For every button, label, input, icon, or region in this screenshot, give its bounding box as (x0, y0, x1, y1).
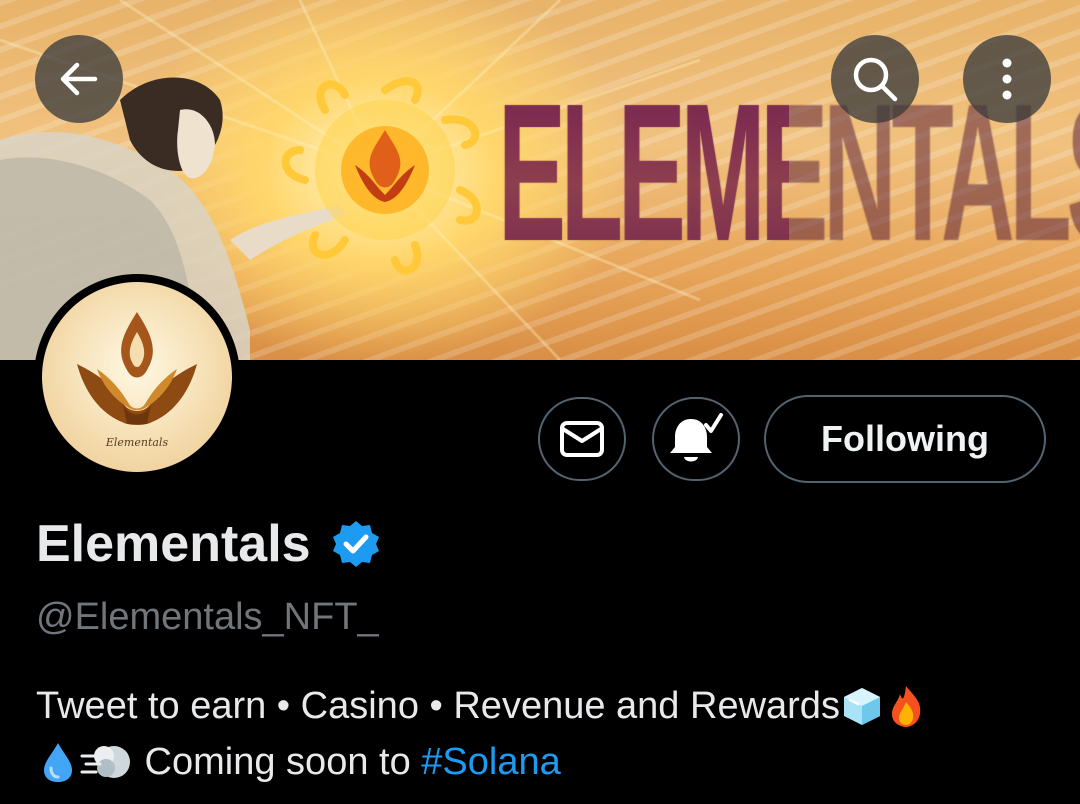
bell-check-icon (670, 413, 723, 462)
profile-name: Elementals (36, 515, 311, 573)
mail-icon (560, 421, 604, 457)
bio-text-2: Coming soon to (134, 741, 422, 783)
bio-text-1: Tweet to earn • Casino • Revenue and Rew… (36, 685, 840, 727)
bio-line-2: Coming soon to #Solana (36, 734, 1056, 790)
search-button[interactable] (831, 35, 919, 123)
profile-avatar[interactable]: Elementals (34, 274, 240, 480)
verified-badge-icon[interactable] (331, 519, 381, 569)
following-label: Following (821, 418, 989, 459)
avatar-caption: Elementals (105, 436, 169, 449)
bio-line-1: Tweet to earn • Casino • Revenue and Rew… (36, 678, 1056, 734)
more-options-button[interactable] (963, 35, 1051, 123)
droplet-emoji (44, 743, 72, 782)
avatar-image: Elementals (42, 282, 232, 472)
profile-handle: @Elementals_NFT_ (36, 596, 379, 638)
profile-name-row: Elementals (36, 508, 381, 580)
notifications-button[interactable] (652, 397, 740, 481)
wind-face-emoji (80, 746, 130, 778)
arrow-left-icon (60, 62, 98, 96)
back-button[interactable] (35, 35, 123, 123)
more-vertical-icon (1002, 58, 1012, 100)
message-button[interactable] (538, 397, 626, 481)
search-icon (853, 57, 898, 102)
ice-cube-emoji (843, 688, 880, 725)
banner-title-art: ELEMENTALS (498, 58, 1080, 288)
profile-bio: Tweet to earn • Casino • Revenue and Rew… (36, 678, 1056, 790)
following-button[interactable]: Following (764, 395, 1046, 483)
hashtag-link[interactable]: #Solana (421, 734, 560, 790)
fire-emoji (891, 686, 921, 727)
